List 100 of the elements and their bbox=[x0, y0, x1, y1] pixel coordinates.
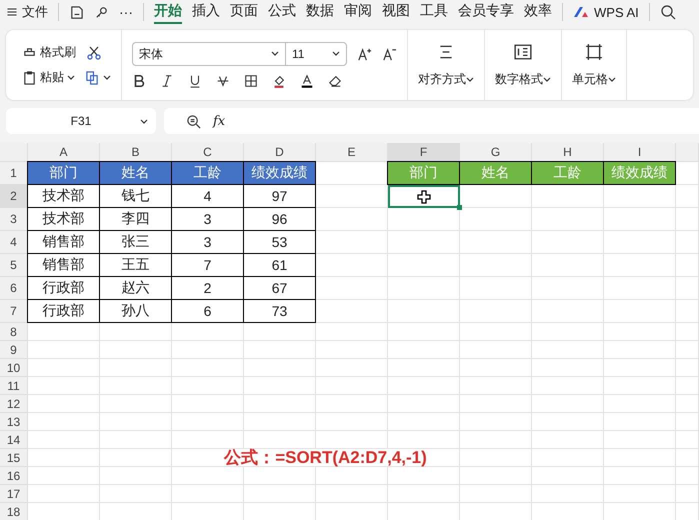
sheet-cell[interactable] bbox=[460, 467, 532, 485]
sheet-cell[interactable] bbox=[604, 341, 676, 359]
fill-color-icon[interactable] bbox=[272, 74, 286, 88]
sheet-cell[interactable] bbox=[604, 413, 676, 431]
sheet-cell[interactable] bbox=[388, 485, 460, 503]
sheet-cell[interactable] bbox=[28, 359, 100, 377]
sheet-cell[interactable] bbox=[676, 185, 699, 208]
sheet-cell[interactable] bbox=[460, 254, 532, 277]
sheet-cell[interactable] bbox=[604, 467, 676, 485]
sheet-cell[interactable] bbox=[316, 254, 388, 277]
column-header[interactable]: D bbox=[244, 143, 316, 162]
sheet-cell[interactable] bbox=[100, 323, 172, 341]
row-header[interactable]: 16 bbox=[0, 467, 28, 485]
sheet-cell[interactable] bbox=[460, 377, 532, 395]
sheet-cell[interactable] bbox=[316, 485, 388, 503]
sheet-cell[interactable] bbox=[388, 377, 460, 395]
font-size-field[interactable]: 11 bbox=[286, 47, 346, 61]
sheet-cell[interactable] bbox=[172, 431, 244, 449]
row-header[interactable]: 3 bbox=[0, 208, 28, 231]
sheet-cell[interactable] bbox=[28, 395, 100, 413]
sheet-cell[interactable] bbox=[460, 341, 532, 359]
sheet-cell[interactable] bbox=[604, 377, 676, 395]
sheet-cell[interactable] bbox=[28, 485, 100, 503]
sheet-cell[interactable] bbox=[316, 208, 388, 231]
sheet-cell[interactable] bbox=[388, 341, 460, 359]
sheet-cell[interactable] bbox=[316, 413, 388, 431]
sheet-cell[interactable] bbox=[316, 467, 388, 485]
column-header[interactable]: C bbox=[172, 143, 244, 162]
sheet-cell[interactable] bbox=[100, 467, 172, 485]
sheet-cell[interactable] bbox=[676, 413, 699, 431]
sheet-cell[interactable] bbox=[388, 300, 460, 323]
copy-button[interactable] bbox=[85, 70, 111, 85]
ribbon-tab[interactable]: 视图 bbox=[382, 0, 410, 24]
sheet-cell[interactable] bbox=[676, 377, 699, 395]
sheet-cell[interactable] bbox=[388, 231, 460, 254]
search-icon[interactable] bbox=[660, 4, 676, 20]
italic-icon[interactable] bbox=[160, 74, 174, 88]
sheet-cell[interactable] bbox=[676, 162, 699, 185]
ribbon-tab[interactable]: 工具 bbox=[420, 0, 448, 24]
sheet-cell[interactable] bbox=[100, 413, 172, 431]
row-header[interactable]: 17 bbox=[0, 485, 28, 503]
sheet-cell[interactable] bbox=[460, 485, 532, 503]
sheet-cell[interactable] bbox=[460, 323, 532, 341]
sheet-cell[interactable] bbox=[100, 341, 172, 359]
ribbon-tab[interactable]: 会员专享 bbox=[458, 0, 514, 24]
font-name-field[interactable]: 宋体 bbox=[133, 43, 286, 65]
sheet-cell[interactable] bbox=[28, 449, 100, 467]
formula-field[interactable]: fx bbox=[164, 108, 699, 134]
sheet-cell[interactable] bbox=[172, 467, 244, 485]
cell-button[interactable]: 单元格 bbox=[572, 42, 616, 88]
column-header[interactable]: B bbox=[100, 143, 172, 162]
sheet-cell[interactable] bbox=[100, 377, 172, 395]
sheet-cell[interactable] bbox=[388, 359, 460, 377]
sheet-cell[interactable] bbox=[460, 300, 532, 323]
sheet-cell[interactable] bbox=[460, 231, 532, 254]
sheet-cell[interactable] bbox=[100, 431, 172, 449]
sheet-cell[interactable] bbox=[244, 467, 316, 485]
sheet-cell[interactable] bbox=[460, 185, 532, 208]
alignment-button[interactable]: 对齐方式 bbox=[418, 42, 474, 88]
sheet-cell[interactable] bbox=[172, 377, 244, 395]
save-icon[interactable] bbox=[69, 4, 84, 20]
row-header[interactable]: 13 bbox=[0, 413, 28, 431]
sheet-cell[interactable] bbox=[316, 341, 388, 359]
sheet-cell[interactable] bbox=[172, 323, 244, 341]
sheet-cell[interactable] bbox=[460, 359, 532, 377]
sheet-cell[interactable] bbox=[316, 395, 388, 413]
sheet-cell[interactable] bbox=[244, 341, 316, 359]
menu-icon[interactable] bbox=[6, 6, 18, 18]
sheet-cell[interactable] bbox=[172, 341, 244, 359]
sheet-cell[interactable] bbox=[604, 185, 676, 208]
more-button[interactable]: ··· bbox=[119, 4, 133, 20]
sheet-cell[interactable] bbox=[244, 395, 316, 413]
sheet-cell[interactable] bbox=[316, 431, 388, 449]
row-header[interactable]: 2 bbox=[0, 185, 28, 208]
row-header[interactable]: 12 bbox=[0, 395, 28, 413]
sheet-cell[interactable] bbox=[604, 449, 676, 467]
sheet-cell[interactable] bbox=[100, 359, 172, 377]
sheet-cell[interactable] bbox=[604, 359, 676, 377]
sheet-cell[interactable] bbox=[604, 323, 676, 341]
selected-cell[interactable] bbox=[388, 185, 460, 208]
sheet-cell[interactable] bbox=[676, 467, 699, 485]
bold-icon[interactable] bbox=[132, 74, 146, 88]
row-header[interactable]: 1 bbox=[0, 162, 28, 185]
ribbon-tab[interactable]: 开始 bbox=[154, 0, 182, 24]
column-header[interactable]: I bbox=[604, 143, 676, 162]
sheet-cell[interactable] bbox=[532, 254, 604, 277]
sheet-cell[interactable] bbox=[244, 323, 316, 341]
sheet-cell[interactable] bbox=[532, 341, 604, 359]
sheet-cell[interactable] bbox=[28, 413, 100, 431]
sheet-cell[interactable] bbox=[28, 341, 100, 359]
sheet-cell[interactable] bbox=[604, 231, 676, 254]
sheet-cell[interactable] bbox=[532, 431, 604, 449]
sheet-cell[interactable] bbox=[604, 395, 676, 413]
sheet-cell[interactable] bbox=[388, 431, 460, 449]
ai-button[interactable]: WPS AI bbox=[594, 4, 639, 20]
sheet-cell[interactable] bbox=[244, 431, 316, 449]
ribbon-tab[interactable]: 插入 bbox=[192, 0, 220, 24]
sheet-cell[interactable] bbox=[316, 277, 388, 300]
sheet-cell[interactable] bbox=[388, 277, 460, 300]
sheet-cell[interactable] bbox=[172, 395, 244, 413]
